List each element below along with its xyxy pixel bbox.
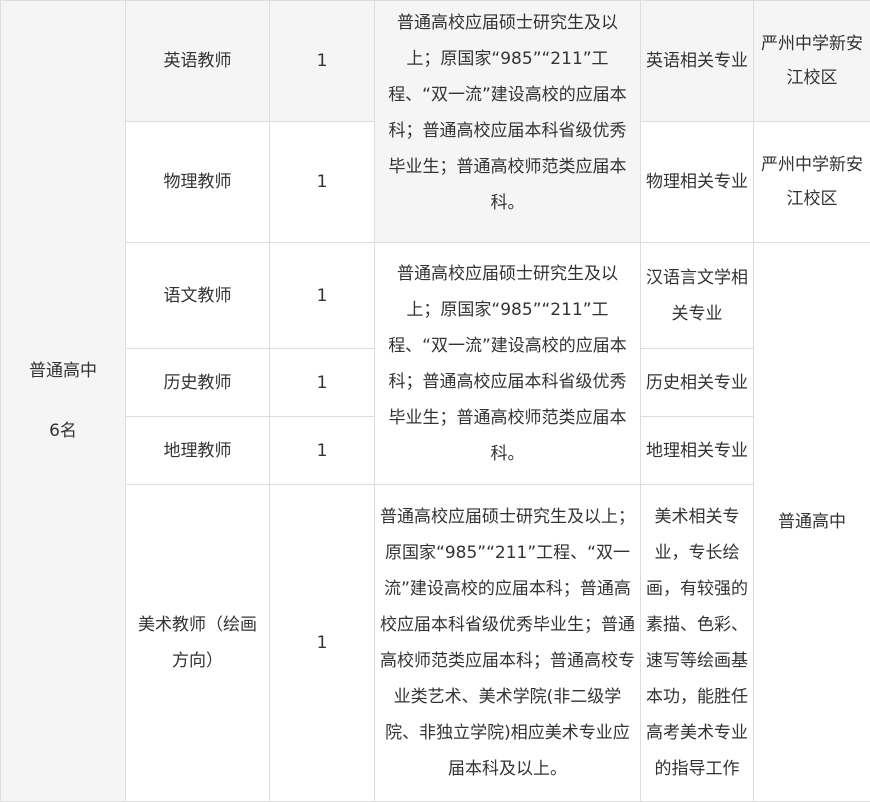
location-cell: 普通高中 — [754, 243, 870, 802]
number-cell: 1 — [270, 417, 375, 485]
major-cell: 汉语言文学相关专业 — [641, 243, 754, 349]
category-label: 普通高中 — [3, 353, 123, 389]
table-row: 美术教师（绘画方向） 1 普通高校应届硕士研究生及以上；原国家“985”“211… — [1, 485, 870, 802]
major-cell: 物理相关专业 — [641, 122, 754, 243]
table-row: 语文教师 1 普通高校应届硕士研究生及以上；原国家“985”“211”工程、“双… — [1, 243, 870, 349]
major-cell: 美术相关专业，专长绘画，有较强的素描、色彩、速写等绘画基本功，能胜任高考美术专业… — [641, 485, 754, 802]
category-cell: 普通高中 6名 — [1, 1, 126, 802]
major-cell: 地理相关专业 — [641, 417, 754, 485]
number-cell: 1 — [270, 349, 375, 417]
number-cell: 1 — [270, 485, 375, 802]
number-cell: 1 — [270, 1, 375, 122]
location-cell: 严州中学新安江校区 — [754, 1, 870, 122]
position-cell: 美术教师（绘画方向） — [126, 485, 270, 802]
location-cell: 严州中学新安江校区 — [754, 122, 870, 243]
table-row: 普通高中 6名 英语教师 1 普通高校应届硕士研究生及以上；原国家“985”“2… — [1, 1, 870, 122]
position-cell: 地理教师 — [126, 417, 270, 485]
requirement-cell: 普通高校应届硕士研究生及以上；原国家“985”“211”工程、“双一流”建设高校… — [375, 485, 641, 802]
requirement-cell: 普通高校应届硕士研究生及以上；原国家“985”“211”工程、“双一流”建设高校… — [375, 1, 641, 243]
recruitment-table: 普通高中 6名 英语教师 1 普通高校应届硕士研究生及以上；原国家“985”“2… — [0, 0, 870, 802]
requirement-cell: 普通高校应届硕士研究生及以上；原国家“985”“211”工程、“双一流”建设高校… — [375, 243, 641, 485]
position-cell: 物理教师 — [126, 122, 270, 243]
position-cell: 语文教师 — [126, 243, 270, 349]
position-cell: 英语教师 — [126, 1, 270, 122]
number-cell: 1 — [270, 122, 375, 243]
position-cell: 历史教师 — [126, 349, 270, 417]
category-count: 6名 — [3, 413, 123, 449]
major-cell: 历史相关专业 — [641, 349, 754, 417]
number-cell: 1 — [270, 243, 375, 349]
major-cell: 英语相关专业 — [641, 1, 754, 122]
